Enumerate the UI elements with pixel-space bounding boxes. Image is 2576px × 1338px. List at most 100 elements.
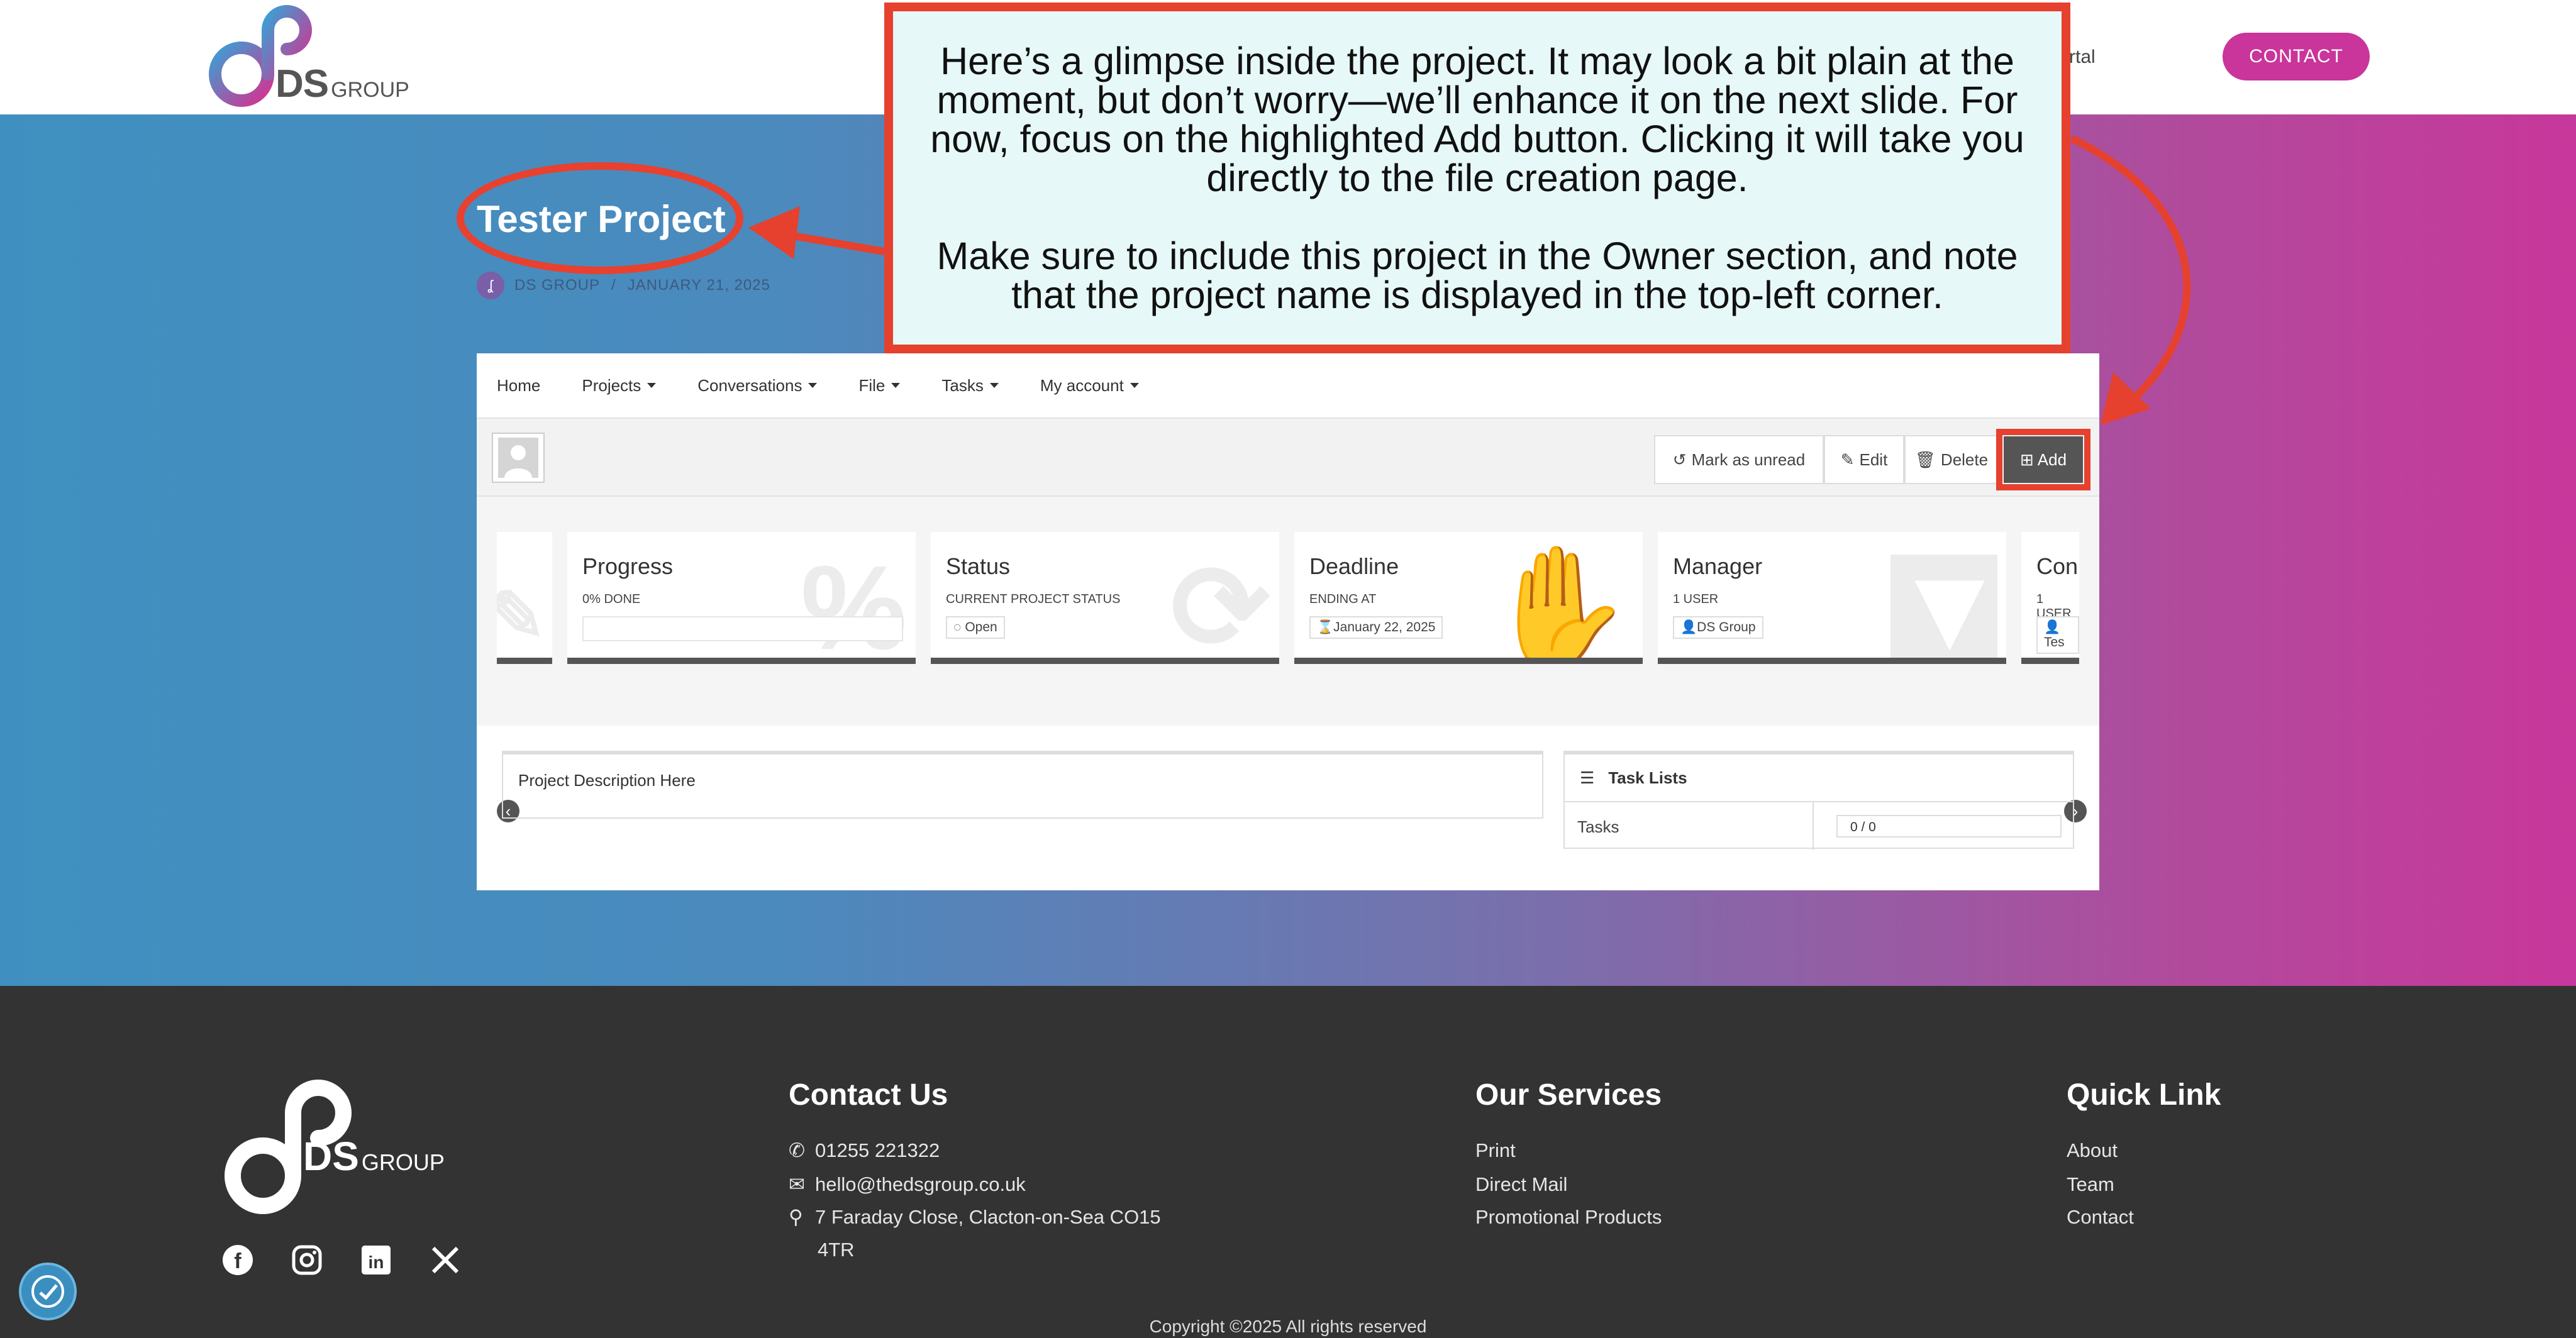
instagram-icon[interactable]	[289, 1242, 325, 1278]
quick-link-contact[interactable]: Contact	[2067, 1206, 2134, 1229]
card-title: Progress	[582, 553, 674, 579]
svg-text:f: f	[234, 1249, 242, 1273]
footer-wordmark: DS GROUP	[303, 1134, 445, 1179]
facebook-icon[interactable]: f	[220, 1242, 255, 1278]
app-menubar: Home Projects Conversations File Tasks M…	[477, 353, 2099, 419]
user-icon: 👤	[2044, 620, 2061, 634]
plus-square-icon: ⊞	[2019, 450, 2034, 469]
edit-icon: ✎	[1840, 450, 1855, 469]
linkedin-icon[interactable]: in	[358, 1242, 394, 1278]
footer-phone[interactable]: ✆ 01255 221322	[789, 1139, 940, 1162]
edit-button[interactable]: ✎ Edit	[1824, 435, 1904, 484]
card-manager: ▼ Manager 1 USER 👤DS Group	[1658, 532, 2006, 664]
card-title: Con	[2036, 553, 2079, 579]
footer-address-line2: 4TR	[818, 1239, 855, 1261]
task-progress-cell: 0 / 0	[1814, 802, 2073, 850]
quick-link-team[interactable]: Team	[2067, 1173, 2114, 1196]
card-status: ⟳ Status CURRENT PROJECT STATUS ◌ Open	[931, 532, 1279, 664]
post-date: JANUARY 21, 2025	[627, 277, 770, 294]
contact-button[interactable]: CONTACT	[2223, 33, 2370, 80]
card-subtitle: 1 USER	[1673, 592, 1719, 606]
caret-down-icon	[989, 383, 999, 388]
author-avatar: ʆ	[477, 272, 504, 299]
quick-link-heading: Quick Link	[2067, 1078, 2221, 1112]
card-subtitle: 0% DONE	[582, 592, 641, 606]
refresh-icon: ⟳	[1170, 541, 1270, 664]
footer-email[interactable]: ✉ hello@thedsgroup.co.uk	[789, 1173, 1026, 1196]
circle-notch-icon: ◌	[953, 620, 965, 634]
caret-down-icon	[808, 383, 818, 388]
logo-wordmark: DS GROUP	[275, 62, 409, 106]
user-placeholder-icon	[498, 438, 538, 478]
task-count: 0 / 0	[1836, 815, 2062, 838]
hourglass-icon: ⌛	[1317, 620, 1334, 634]
list-icon: ☰	[1580, 768, 1595, 787]
hand-icon: ✋	[1485, 541, 1634, 664]
percent-icon: %	[801, 541, 907, 664]
card-subtitle: CURRENT PROJECT STATUS	[946, 592, 1121, 606]
our-services-heading: Our Services	[1475, 1078, 1662, 1112]
quick-link-about[interactable]: About	[2067, 1139, 2118, 1162]
task-list-row[interactable]: Tasks 0 / 0	[1565, 802, 2073, 850]
svg-text:in: in	[369, 1252, 384, 1272]
tie-icon: ▼	[1890, 541, 2006, 664]
cookie-consent-icon[interactable]	[19, 1263, 77, 1320]
map-pin-icon: ⚲	[789, 1206, 803, 1228]
card-title: Manager	[1673, 553, 1763, 579]
owner-avatar[interactable]	[492, 433, 545, 483]
user-icon: 👤	[1680, 620, 1697, 634]
card-title: Status	[946, 553, 1011, 579]
nav-link-portal[interactable]: rtal	[2069, 47, 2096, 68]
service-link-direct-mail[interactable]: Direct Mail	[1475, 1173, 1567, 1196]
task-lists-header: ☰ Task Lists	[1565, 755, 2073, 802]
menu-tasks[interactable]: Tasks	[941, 376, 999, 395]
card-deadline: ✋ Deadline ENDING AT ⌛January 22, 2025	[1294, 532, 1643, 664]
manager-badge[interactable]: 👤DS Group	[1673, 616, 1763, 639]
card-subtitle: ENDING AT	[1309, 592, 1377, 606]
stats-carousel: ✎ % Progress 0% DONE ⟳ Status CURRENT PR…	[477, 497, 2099, 822]
meta-separator: /	[611, 277, 616, 294]
footer-address: ⚲ 7 Faraday Close, Clacton-on-Sea CO15	[789, 1206, 1161, 1228]
contributor-badge[interactable]: 👤Tes	[2036, 616, 2079, 654]
post-meta: ʆ DS GROUP / JANUARY 21, 2025	[477, 272, 770, 299]
envelope-icon: ✉	[789, 1173, 805, 1195]
tutorial-callout: Here’s a glimpse inside the project. It …	[884, 3, 2070, 353]
title-highlight-ellipse	[457, 162, 743, 274]
callout-paragraph: Here’s a glimpse inside the project. It …	[930, 40, 2024, 199]
mark-unread-button[interactable]: ↺ Mark as unread	[1654, 435, 1824, 484]
card-title: Deadline	[1309, 553, 1399, 579]
trash-icon: 🗑	[1914, 450, 1936, 469]
author-name[interactable]: DS GROUP	[514, 277, 600, 294]
caret-down-icon	[647, 383, 657, 388]
callout-paragraph: Make sure to include this project in the…	[936, 235, 2018, 316]
add-button[interactable]: ⊞ Add	[2004, 436, 2083, 483]
project-toolbar: ↺ Mark as unread ✎ Edit 🗑 Delete ⊞ Add	[477, 419, 2099, 497]
status-badge: ◌ Open	[946, 616, 1005, 639]
x-twitter-icon[interactable]	[428, 1242, 463, 1278]
menu-my-account[interactable]: My account	[1040, 376, 1139, 395]
menu-file[interactable]: File	[858, 376, 901, 395]
caret-down-icon	[1130, 383, 1139, 388]
project-panel: Home Projects Conversations File Tasks M…	[477, 353, 2099, 890]
menu-conversations[interactable]: Conversations	[697, 376, 818, 395]
task-lists-panel: ☰ Task Lists Tasks 0 / 0	[1563, 751, 2074, 850]
pencil-icon: ✎	[497, 563, 546, 658]
task-list-name[interactable]: Tasks	[1565, 802, 1814, 850]
undo-icon: ↺	[1672, 450, 1687, 469]
menu-projects[interactable]: Projects	[582, 376, 657, 395]
delete-button[interactable]: 🗑 Delete	[1904, 435, 1999, 484]
contact-us-heading: Contact Us	[789, 1078, 948, 1112]
service-link-promotional[interactable]: Promotional Products	[1475, 1206, 1662, 1229]
card-partial-left: ✎	[497, 532, 552, 664]
deadline-badge: ⌛January 22, 2025	[1309, 616, 1443, 639]
copyright-text: Copyright ©2025 All rights reserved	[1149, 1317, 1427, 1336]
menu-home[interactable]: Home	[497, 376, 540, 395]
card-progress: % Progress 0% DONE	[567, 532, 916, 664]
project-description: Project Description Here	[502, 751, 1543, 819]
progress-bar	[582, 616, 903, 641]
caret-down-icon	[891, 383, 901, 388]
service-link-print[interactable]: Print	[1475, 1139, 1516, 1162]
site-footer: DS GROUP f in Contact Us ✆ 01255 221322 ✉ h…	[0, 986, 2576, 1338]
phone-icon: ✆	[789, 1139, 805, 1161]
card-partial-right: Con 1 USER 👤Tes	[2021, 532, 2079, 664]
